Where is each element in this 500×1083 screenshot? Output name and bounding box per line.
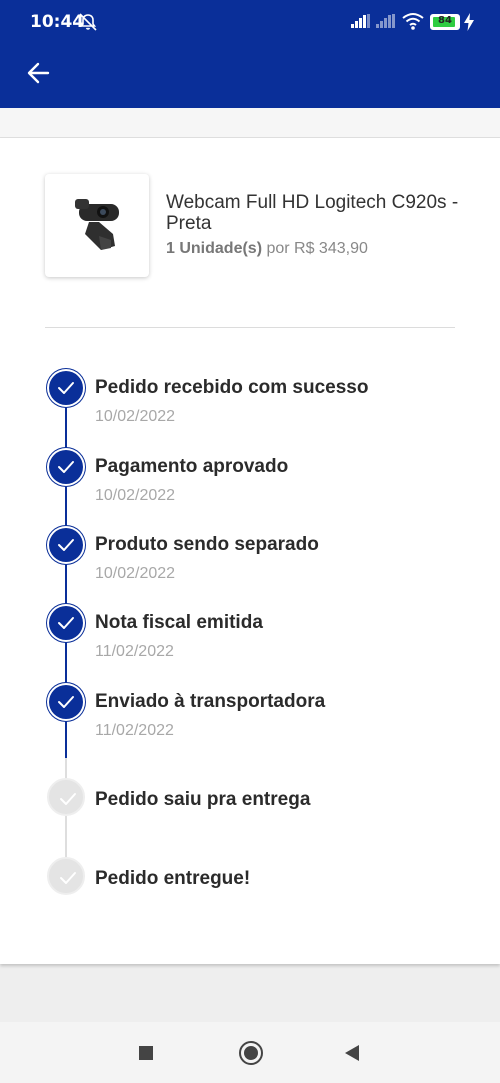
timeline-connector bbox=[65, 407, 67, 448]
timeline-connector bbox=[65, 642, 67, 683]
check-icon bbox=[58, 539, 74, 551]
check-icon bbox=[58, 461, 74, 473]
product-quantity-price: 1 Unidade(s) por R$ 343,90 bbox=[166, 240, 368, 258]
step-title: Pedido recebido com sucesso bbox=[95, 377, 369, 398]
product-name: Webcam Full HD Logitech C920s - Preta bbox=[166, 192, 459, 234]
battery-icon: 84 bbox=[430, 14, 460, 30]
recent-apps-button[interactable] bbox=[139, 1046, 153, 1060]
product-price: R$ 343,90 bbox=[294, 240, 368, 257]
product-image[interactable] bbox=[45, 174, 149, 277]
price-prefix: por bbox=[262, 240, 295, 257]
arrow-left-icon bbox=[27, 62, 50, 84]
step-date: 10/02/2022 bbox=[95, 487, 176, 504]
timeline-connector bbox=[65, 721, 67, 758]
timeline-connector bbox=[65, 486, 67, 526]
order-tracking-card: Webcam Full HD Logitech C920s - Preta 1 … bbox=[0, 138, 500, 964]
timeline-connector bbox=[65, 564, 67, 604]
system-back-button[interactable] bbox=[344, 1045, 360, 1061]
step-date: 11/02/2022 bbox=[95, 722, 174, 739]
app-header: 10:44 84 bbox=[0, 0, 500, 108]
timeline-connector bbox=[65, 758, 67, 778]
check-icon bbox=[58, 696, 74, 708]
charging-icon bbox=[464, 13, 474, 31]
step-date: 10/02/2022 bbox=[95, 565, 176, 582]
step-status-circle bbox=[47, 683, 85, 721]
step-status-circle bbox=[47, 448, 85, 486]
step-status-circle bbox=[47, 857, 85, 895]
step-status-circle bbox=[47, 604, 85, 642]
step-date: 11/02/2022 bbox=[95, 643, 174, 660]
timeline-connector bbox=[65, 816, 67, 857]
step-title: Pedido entregue! bbox=[95, 868, 251, 889]
status-bar: 10:44 84 bbox=[0, 0, 500, 44]
check-icon bbox=[60, 872, 76, 884]
notifications-off-icon bbox=[79, 13, 97, 31]
divider bbox=[45, 327, 455, 328]
step-status-circle bbox=[47, 526, 85, 564]
webcam-image bbox=[75, 199, 119, 250]
product-quantity: 1 Unidade(s) bbox=[166, 240, 263, 257]
signal-secondary-icon bbox=[376, 14, 395, 28]
check-icon bbox=[60, 793, 76, 805]
status-time: 10:44 bbox=[30, 12, 85, 32]
step-status-circle bbox=[47, 778, 85, 816]
check-icon bbox=[58, 382, 74, 394]
home-button[interactable] bbox=[239, 1041, 263, 1065]
wifi-icon bbox=[402, 13, 424, 30]
battery-level: 84 bbox=[438, 15, 452, 26]
step-title: Produto sendo separado bbox=[95, 534, 319, 555]
back-button[interactable] bbox=[22, 58, 56, 88]
step-title: Enviado à transportadora bbox=[95, 691, 326, 712]
step-status-circle bbox=[47, 369, 85, 407]
step-date: 10/02/2022 bbox=[95, 408, 176, 425]
step-title: Pagamento aprovado bbox=[95, 456, 289, 477]
system-navigation-bar bbox=[0, 1022, 500, 1083]
step-title: Nota fiscal emitida bbox=[95, 612, 263, 633]
top-strip bbox=[0, 108, 500, 138]
check-icon bbox=[58, 617, 74, 629]
signal-icon bbox=[351, 14, 370, 28]
step-title: Pedido saiu pra entrega bbox=[95, 789, 311, 810]
